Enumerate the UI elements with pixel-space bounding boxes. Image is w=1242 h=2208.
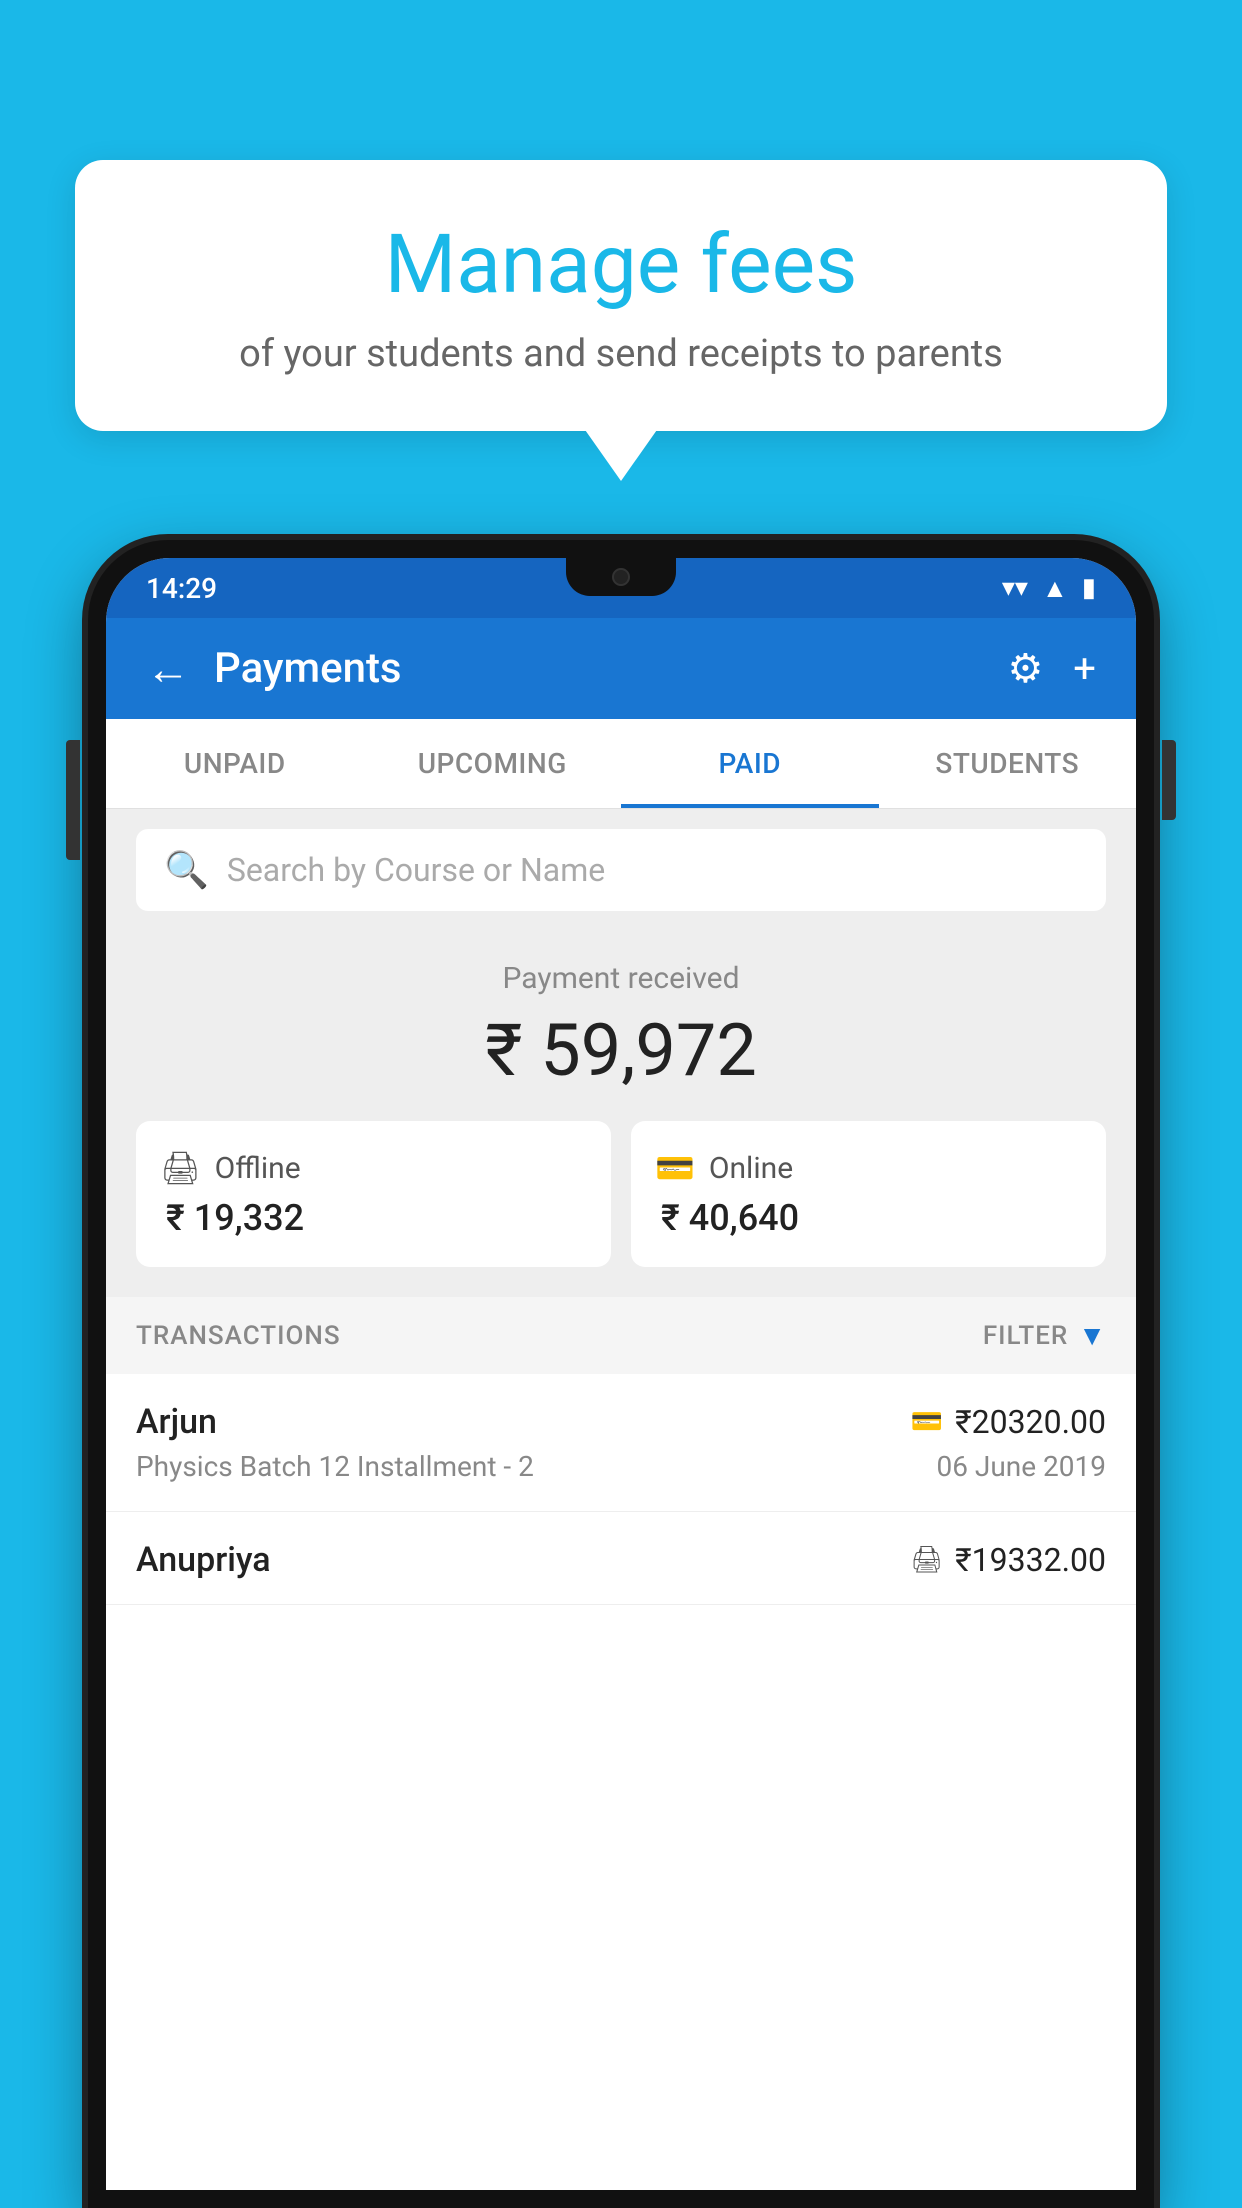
search-placeholder-text: Search by Course or Name [227,851,605,889]
add-icon[interactable]: + [1073,645,1096,692]
status-icons: ▾▾ ▲ ▮ [1002,573,1096,604]
online-label: Online [709,1151,793,1186]
search-container: 🔍 Search by Course or Name [106,809,1136,931]
offline-payment-card: 🖨 Offline ₹ 19,332 [136,1121,611,1267]
battery-icon: ▮ [1082,573,1096,603]
tab-paid[interactable]: PAID [621,719,879,808]
transactions-header: TRANSACTIONS FILTER ▼ [106,1297,1136,1374]
speech-bubble: Manage fees of your students and send re… [75,160,1167,431]
bubble-subtitle: of your students and send receipts to pa… [125,332,1117,376]
payment-section: Payment received ₹ 59,972 🖨 Offline ₹ 19… [106,931,1136,1297]
offline-payment-icon: 🖨 [910,1545,943,1575]
transaction-row: Anupriya 🖨 ₹19332.00 [106,1512,1136,1605]
bubble-title: Manage fees [125,220,1117,310]
online-amount: ₹ 40,640 [655,1197,1082,1239]
online-payment-card: 💳 Online ₹ 40,640 [631,1121,1106,1267]
tab-upcoming[interactable]: UPCOMING [364,719,622,808]
payment-cards: 🖨 Offline ₹ 19,332 💳 Online ₹ 40,640 [136,1121,1106,1267]
transaction-top: Anupriya 🖨 ₹19332.00 [136,1540,1106,1580]
online-icon: 💳 [655,1149,695,1187]
settings-icon[interactable]: ⚙ [1007,645,1043,692]
page-title: Payments [214,644,1007,693]
payment-total-amount: ₹ 59,972 [136,1008,1106,1093]
transaction-amount: 💳 ₹20320.00 [911,1403,1106,1441]
offline-icon: 🖨 [160,1149,201,1187]
offline-label: Offline [215,1151,301,1186]
status-time: 14:29 [146,572,217,605]
tabs: UNPAID UPCOMING PAID STUDENTS [106,719,1136,809]
phone-frame: 14:29 ▾▾ ▲ ▮ ← Payments ⚙ + UNPAID UPCOM… [88,540,1154,2208]
online-payment-icon: 💳 [911,1407,943,1437]
transaction-name: Anupriya [136,1540,271,1580]
transaction-top: Arjun 💳 ₹20320.00 [136,1402,1106,1442]
filter-label: FILTER [983,1321,1068,1351]
tab-unpaid[interactable]: UNPAID [106,719,364,808]
phone-screen: 14:29 ▾▾ ▲ ▮ ← Payments ⚙ + UNPAID UPCOM… [106,558,1136,2190]
wifi-icon: ▾▾ [1002,573,1028,603]
transaction-name: Arjun [136,1402,217,1442]
search-bar[interactable]: 🔍 Search by Course or Name [136,829,1106,911]
filter-button[interactable]: FILTER ▼ [983,1319,1106,1352]
header-actions: ⚙ + [1007,645,1096,692]
transaction-amount: 🖨 ₹19332.00 [910,1541,1106,1579]
back-button[interactable]: ← [146,647,190,691]
app-header: ← Payments ⚙ + [106,618,1136,719]
front-camera [612,568,630,586]
tab-students[interactable]: STUDENTS [879,719,1137,808]
transactions-list: Arjun 💳 ₹20320.00 Physics Batch 12 Insta… [106,1374,1136,2190]
signal-icon: ▲ [1042,573,1068,604]
search-icon: 🔍 [164,849,209,891]
filter-icon: ▼ [1078,1319,1106,1352]
transaction-date: 06 June 2019 [936,1450,1106,1483]
transaction-row: Arjun 💳 ₹20320.00 Physics Batch 12 Insta… [106,1374,1136,1512]
offline-card-header: 🖨 Offline [160,1149,587,1187]
transaction-amount-value: ₹19332.00 [955,1541,1106,1579]
payment-received-label: Payment received [136,961,1106,996]
offline-amount: ₹ 19,332 [160,1197,587,1239]
transaction-amount-value: ₹20320.00 [955,1403,1106,1441]
transaction-bottom: Physics Batch 12 Installment - 2 06 June… [136,1450,1106,1483]
online-card-header: 💳 Online [655,1149,1082,1187]
phone-notch [566,558,676,596]
transaction-course: Physics Batch 12 Installment - 2 [136,1450,534,1483]
transactions-label: TRANSACTIONS [136,1321,341,1351]
